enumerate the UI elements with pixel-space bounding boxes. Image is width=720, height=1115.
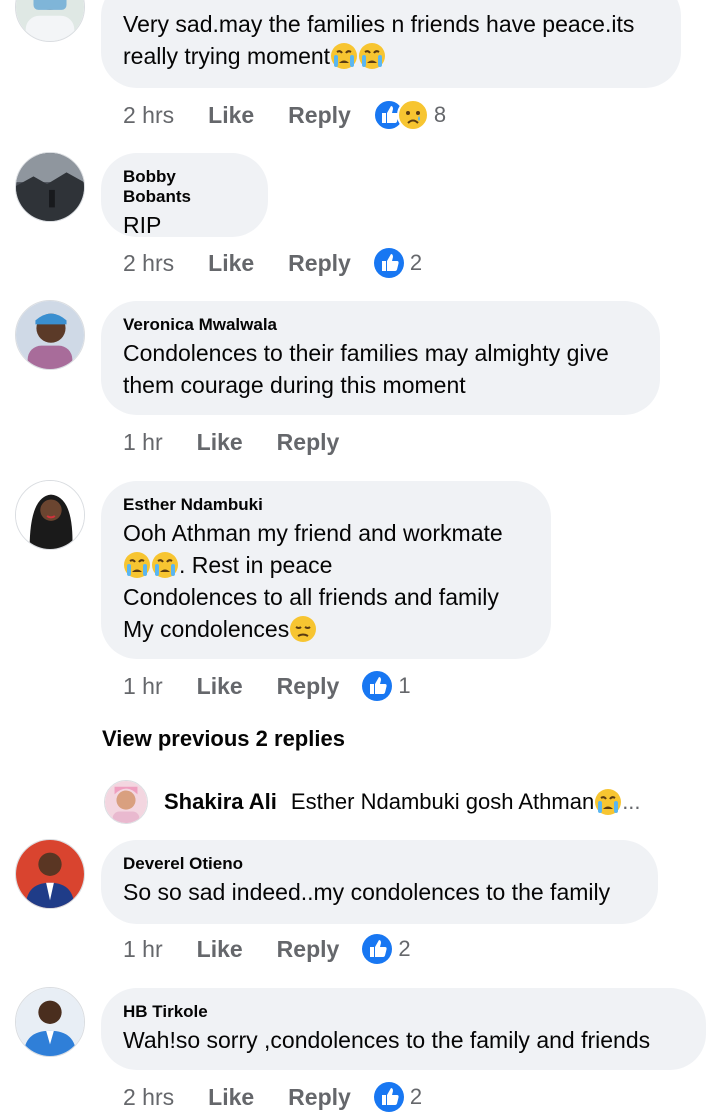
reply-button[interactable]: Reply bbox=[288, 1084, 351, 1111]
comment-time[interactable]: 1 hr bbox=[123, 429, 163, 456]
reply-button[interactable]: Reply bbox=[277, 673, 340, 700]
avatar-deverel[interactable] bbox=[15, 839, 85, 909]
like-icon bbox=[373, 247, 405, 279]
like-icon bbox=[361, 670, 393, 702]
reaction-count: 1 bbox=[398, 673, 411, 698]
avatar-esther[interactable] bbox=[15, 480, 85, 550]
loudly-crying-face-icon bbox=[594, 788, 622, 816]
reply-button[interactable]: Reply bbox=[277, 936, 340, 963]
reply-preview-author[interactable]: Shakira Ali bbox=[164, 789, 277, 815]
reply-preview-text: Esther Ndambuki gosh Athman bbox=[290, 789, 595, 814]
reaction-summary[interactable]: 2 bbox=[373, 247, 422, 279]
comment-author[interactable]: Deverel Otieno bbox=[123, 854, 636, 874]
comment-actions: 2 hrs Like Reply 2 bbox=[123, 1080, 422, 1114]
like-button[interactable]: Like bbox=[197, 936, 243, 963]
comment-actions: 1 hr Like Reply 2 bbox=[123, 932, 411, 966]
like-button[interactable]: Like bbox=[197, 673, 243, 700]
avatar-veronica[interactable] bbox=[15, 300, 85, 370]
comment-bubble: HB Tirkole Wah!so sorry ,condolences to … bbox=[101, 988, 706, 1070]
comment-actions: 2 hrs Like Reply 8 bbox=[123, 98, 446, 132]
loudly-crying-face-icon bbox=[358, 42, 386, 70]
sad-icon bbox=[396, 99, 429, 131]
comment-text: RIP bbox=[123, 212, 162, 238]
reaction-count: 2 bbox=[398, 936, 411, 961]
reaction-count: 2 bbox=[409, 1084, 423, 1109]
reply-preview[interactable]: Shakira Ali Esther Ndambuki gosh Athman … bbox=[104, 780, 641, 824]
reply-preview-ellipsis: ... bbox=[622, 789, 641, 814]
like-button[interactable]: Like bbox=[208, 102, 254, 129]
comment-text: Very sad.may the families n friends have… bbox=[123, 11, 635, 70]
comment-bubble: Veronica Mwalwala Condolences to their f… bbox=[101, 301, 660, 415]
like-icon bbox=[373, 1081, 405, 1113]
like-button[interactable]: Like bbox=[197, 429, 243, 456]
comment-actions: 1 hr Like Reply 1 bbox=[123, 669, 411, 703]
comment-bubble: Esther Ndambuki Ooh Athman my friend and… bbox=[101, 481, 551, 659]
reaction-summary[interactable]: 1 bbox=[361, 670, 411, 702]
comment-actions: 2 hrs Like Reply 2 bbox=[123, 246, 422, 280]
comment-text: Condolences to their families may almigh… bbox=[123, 340, 609, 398]
comment-author[interactable]: Veronica Mwalwala bbox=[123, 315, 638, 335]
reaction-summary[interactable]: 2 bbox=[373, 1081, 422, 1113]
comment-bubble: Very sad.may the families n friends have… bbox=[101, 0, 681, 88]
comment-author[interactable]: HB Tirkole bbox=[123, 1002, 684, 1022]
comment-author[interactable]: Esther Ndambuki bbox=[123, 495, 529, 515]
comment-text: Wah!so sorry ,condolences to the family … bbox=[123, 1027, 651, 1053]
reply-button[interactable]: Reply bbox=[277, 429, 340, 456]
comment-text: Ooh Athman my friend and workmate. Rest … bbox=[123, 520, 503, 643]
avatar-shakira[interactable] bbox=[104, 780, 148, 824]
reaction-count: 2 bbox=[409, 250, 423, 275]
disappointed-face-icon bbox=[289, 615, 317, 643]
like-icon bbox=[361, 933, 393, 965]
comment-time[interactable]: 2 hrs bbox=[123, 102, 174, 129]
avatar-hb-tirkole[interactable] bbox=[15, 987, 85, 1057]
like-button[interactable]: Like bbox=[208, 250, 254, 277]
reply-button[interactable]: Reply bbox=[288, 102, 351, 129]
reaction-summary[interactable]: 2 bbox=[361, 933, 411, 965]
comment-time[interactable]: 1 hr bbox=[123, 673, 163, 700]
comment-author[interactable]: Bobby Bobants bbox=[123, 167, 246, 207]
reaction-summary[interactable]: 8 bbox=[372, 99, 447, 131]
like-button[interactable]: Like bbox=[208, 1084, 254, 1111]
loudly-crying-face-icon bbox=[151, 551, 179, 579]
comment-time[interactable]: 2 hrs bbox=[123, 250, 174, 277]
avatar-bobby[interactable] bbox=[15, 152, 85, 222]
comment-bubble: Deverel Otieno So so sad indeed..my cond… bbox=[101, 840, 658, 924]
reply-button[interactable]: Reply bbox=[288, 250, 351, 277]
avatar-peter[interactable] bbox=[15, 0, 85, 42]
comment-time[interactable]: 2 hrs bbox=[123, 1084, 174, 1111]
comment-time[interactable]: 1 hr bbox=[123, 936, 163, 963]
comment-bubble: Bobby Bobants RIP bbox=[101, 153, 268, 238]
loudly-crying-face-icon bbox=[330, 42, 358, 70]
reaction-count: 8 bbox=[433, 102, 447, 127]
comment-text: So so sad indeed..my condolences to the … bbox=[123, 879, 611, 905]
loudly-crying-face-icon bbox=[123, 551, 151, 579]
comment-actions: 1 hr Like Reply bbox=[123, 425, 361, 459]
view-previous-replies-link[interactable]: View previous 2 replies bbox=[102, 726, 345, 752]
